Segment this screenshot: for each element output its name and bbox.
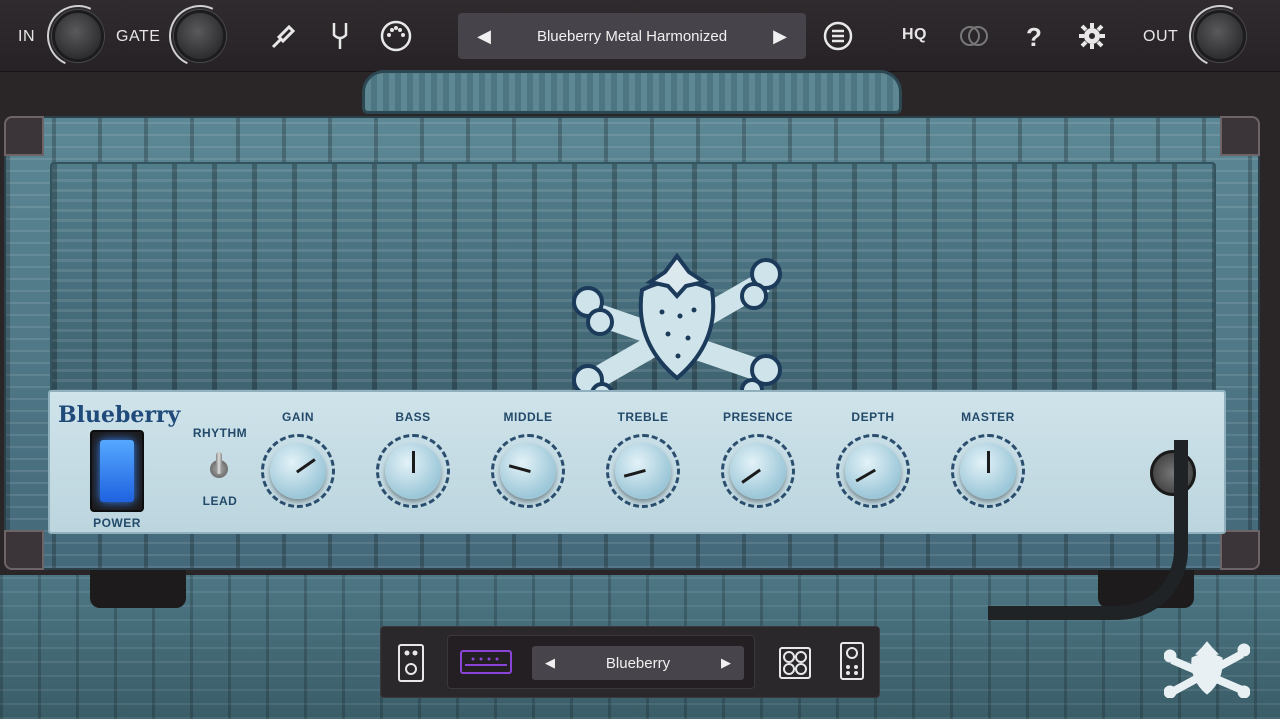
knob-label-depth: DEPTH [851,410,895,424]
amp-corner [4,530,44,570]
knob-label-bass: BASS [395,410,431,424]
cabinet-next-button[interactable]: ▶ [716,652,736,674]
cabinet-selector[interactable]: ◀ Blueberry ▶ [532,646,744,680]
amp-handle [362,70,902,114]
preset-next-button[interactable]: ▶ [770,25,790,47]
knob-label-gain: GAIN [282,410,314,424]
amp-brand: Blueberry [58,402,181,428]
output-label: OUT [1143,28,1179,45]
top-bar: IN GATE ◀ Blueberry Metal Harmonized ▶ H… [0,0,1280,76]
gate-label: GATE [116,28,161,45]
corner-skull-logo-icon [1164,641,1250,698]
power-switch[interactable] [90,430,144,512]
output-cable [988,440,1188,620]
cabinet-vertical-icon[interactable] [837,641,867,681]
midi-icon[interactable] [378,18,414,54]
cabinet-name: Blueberry [605,655,671,672]
amp-grille [50,162,1216,402]
amp-corner [1220,530,1260,570]
input-label: IN [18,28,35,45]
lead-label: LEAD [202,494,238,508]
amp-foot [90,570,186,608]
knob-bass[interactable] [376,434,450,508]
strawberry-skull-logo-icon [572,252,782,402]
input-knob[interactable] [38,0,118,76]
knob-middle[interactable] [491,434,565,508]
amp-corner [1220,116,1260,156]
bottom-bar: ◀ Blueberry ▶ [380,626,880,698]
amp-corner [4,116,44,156]
channel-toggle[interactable] [208,450,230,488]
preset-list-icon[interactable] [820,18,856,54]
preset-selector[interactable]: ◀ Blueberry Metal Harmonized ▶ [458,13,806,59]
cabinet-4x-icon[interactable] [777,643,813,683]
power-label: POWER [93,516,141,530]
preset-name: Blueberry Metal Harmonized [536,28,728,45]
pedalboard-icon[interactable] [395,643,427,683]
knob-label-master: MASTER [961,410,1015,424]
cabinet-selector-box: ◀ Blueberry ▶ [447,635,755,689]
knob-depth[interactable] [836,434,910,508]
output-knob[interactable] [1180,0,1260,76]
stereo-link-icon[interactable] [956,18,992,54]
guitar-cable-icon[interactable] [266,18,302,54]
hq-toggle[interactable]: HQ [902,26,927,44]
preset-prev-button[interactable]: ◀ [474,25,494,47]
gate-knob[interactable] [160,0,240,76]
rhythm-label: RHYTHM [192,426,248,440]
tuning-fork-icon[interactable] [322,18,358,54]
help-button[interactable]: ? [1026,22,1042,53]
knob-label-presence: PRESENCE [722,410,794,424]
knob-treble[interactable] [606,434,680,508]
amp-head-icon[interactable] [458,642,514,682]
knob-presence[interactable] [721,434,795,508]
knob-label-treble: TREBLE [617,410,669,424]
knob-gain[interactable] [261,434,335,508]
knob-label-middle: MIDDLE [503,410,553,424]
cabinet-prev-button[interactable]: ◀ [540,652,560,674]
plugin-window: IN GATE ◀ Blueberry Metal Harmonized ▶ H… [0,0,1280,719]
gear-icon[interactable] [1074,18,1110,54]
